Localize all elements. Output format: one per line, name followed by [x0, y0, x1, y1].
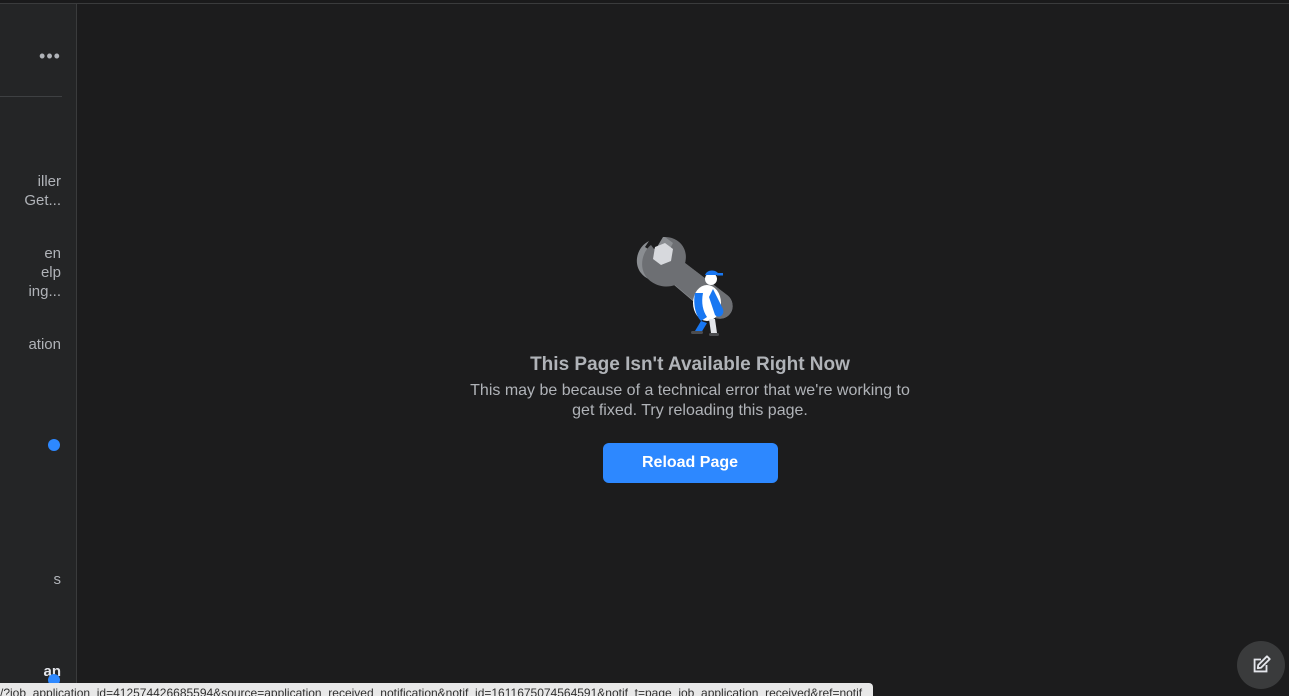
notification-item[interactable]: ation [28, 335, 61, 354]
notification-item[interactable]: s [54, 570, 62, 589]
notification-text: ation [28, 336, 61, 353]
notification-text: en [44, 245, 61, 262]
unread-indicator [48, 439, 60, 451]
error-panel: This Page Isn't Available Right Now This… [466, 233, 914, 483]
reload-page-button[interactable]: Reload Page [602, 443, 778, 483]
notifications-sidebar: ••• iller Get... en elp ing... ation s a… [0, 4, 77, 696]
top-border [0, 0, 1289, 4]
more-options-button[interactable]: ••• [36, 46, 64, 66]
error-message: This may be because of a technical error… [470, 382, 910, 419]
notification-text: Get... [24, 192, 61, 209]
compose-button[interactable] [1237, 641, 1285, 689]
notification-text: s [53, 571, 62, 588]
notification-text: ing... [28, 283, 61, 300]
status-url-text: /?job_application_id=412574426685594&sou… [0, 686, 863, 696]
compose-icon [1253, 655, 1271, 673]
wrench-person-illustration [636, 237, 733, 336]
main-content: This Page Isn't Available Right Now This… [78, 5, 1289, 696]
notification-text: elp [40, 264, 61, 281]
status-bar-url: /?job_application_id=412574426685594&sou… [0, 683, 873, 696]
error-title: This Page Isn't Available Right Now [530, 354, 850, 375]
notification-text: iller [37, 173, 61, 190]
notification-item[interactable]: iller Get... [24, 172, 61, 210]
sidebar-divider [0, 96, 62, 97]
notification-item[interactable]: en elp ing... [28, 244, 61, 301]
more-icon: ••• [39, 46, 61, 66]
